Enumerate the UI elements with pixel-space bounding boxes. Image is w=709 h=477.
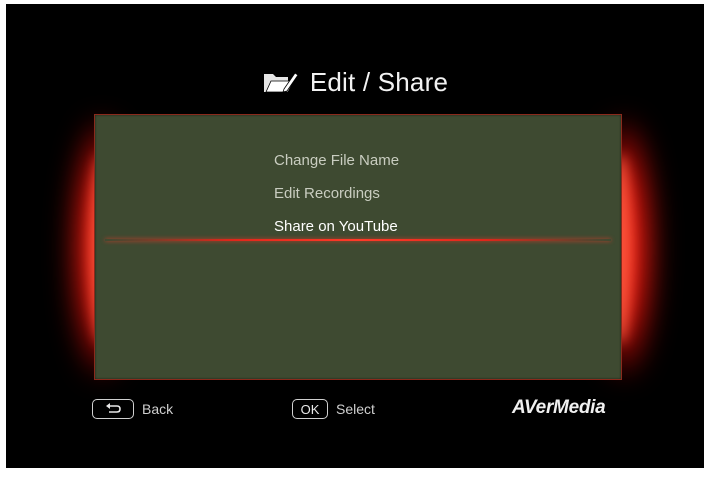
back-hint[interactable]: Back <box>92 399 173 419</box>
menu-item-share-on-youtube[interactable]: Share on YouTube <box>274 215 399 248</box>
menu-item-edit-recordings[interactable]: Edit Recordings <box>274 182 399 215</box>
return-arrow-icon <box>106 403 121 413</box>
back-key[interactable] <box>92 399 134 419</box>
ok-key[interactable]: OK <box>292 399 328 419</box>
select-hint[interactable]: OK Select <box>292 399 375 419</box>
folder-edit-icon <box>262 69 298 95</box>
select-label: Select <box>336 401 375 417</box>
header: Edit / Share <box>6 62 704 102</box>
footer: Back OK Select AVerMedia <box>6 397 704 429</box>
menu-panel: Change File Name Edit Recordings Share o… <box>94 114 622 380</box>
menu-item-change-file-name[interactable]: Change File Name <box>274 149 399 182</box>
menu-list: Change File Name Edit Recordings Share o… <box>274 149 399 248</box>
page-title: Edit / Share <box>309 66 449 97</box>
selection-highlight <box>105 239 611 241</box>
back-label: Back <box>142 401 174 417</box>
screen: Edit / Share Change File Name Edit Recor… <box>6 4 704 468</box>
brand-logo: AVerMedia <box>512 397 606 418</box>
